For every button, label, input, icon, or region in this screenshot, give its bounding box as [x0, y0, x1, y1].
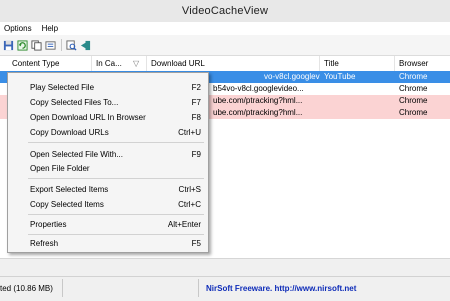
- menu-separator: [28, 142, 204, 143]
- menu-item-shortcut: F9: [191, 150, 201, 159]
- menu-item-label: Refresh: [30, 239, 59, 248]
- download-url-cell: ube.com/ptracking?hml...: [213, 108, 303, 117]
- status-selection: ted (10.86 MB): [0, 284, 53, 293]
- menu-item-label: Copy Download URLs: [30, 128, 109, 137]
- menu-item-open-url-in-browser[interactable]: Open Download URL In Browser F8: [8, 111, 208, 124]
- browser-cell: Chrome: [399, 96, 428, 105]
- sort-arrow-icon: ▽: [133, 59, 140, 68]
- column-content-type[interactable]: Content Type: [8, 56, 92, 71]
- menu-item-label: Open Selected File With...: [30, 150, 123, 159]
- menu-item-label: Copy Selected Files To...: [30, 98, 119, 107]
- search-icon[interactable]: [65, 39, 77, 51]
- menu-options[interactable]: Options: [0, 24, 38, 33]
- menu-item-copy-selected-files[interactable]: Copy Selected Files To... F7: [8, 96, 208, 109]
- title-cell: YouTube: [324, 72, 356, 81]
- menu-item-shortcut: F2: [191, 83, 201, 92]
- menu-help[interactable]: Help: [38, 24, 64, 33]
- toolbar-separator: [61, 39, 62, 51]
- context-menu: Play Selected File F2 Copy Selected File…: [7, 72, 209, 253]
- column-download-url[interactable]: Download URL: [147, 56, 320, 71]
- menu-separator: [28, 178, 204, 179]
- download-url-cell: b54vo-v8cl.googlevideo...: [213, 84, 304, 93]
- menu-item-label: Open File Folder: [30, 164, 90, 173]
- menu-item-label: Play Selected File: [30, 83, 95, 92]
- browser-cell: Chrome: [399, 72, 428, 81]
- copy-icon[interactable]: [30, 39, 42, 51]
- menu-item-shortcut: Ctrl+C: [178, 200, 201, 209]
- nirsoft-link[interactable]: NirSoft Freeware. http://www.nirsoft.net: [206, 284, 356, 293]
- save-icon[interactable]: [2, 39, 14, 51]
- menu-item-shortcut: F5: [191, 239, 201, 248]
- status-bar: ted (10.86 MB) NirSoft Freeware. http://…: [0, 276, 450, 301]
- title-bar: VideoCacheView: [0, 0, 450, 23]
- status-divider: [62, 279, 63, 297]
- menu-item-shortcut: Ctrl+U: [178, 128, 201, 137]
- menu-item-play-selected-file[interactable]: Play Selected File F2: [8, 81, 208, 94]
- menu-bar: Options Help: [0, 22, 450, 35]
- toolbar: [0, 35, 450, 56]
- download-url-cell: vo-v8cl.googlevideo...: [264, 72, 320, 81]
- menu-item-shortcut: Alt+Enter: [167, 220, 201, 229]
- menu-item-copy-download-urls[interactable]: Copy Download URLs Ctrl+U: [8, 126, 208, 139]
- menu-item-export-selected-items[interactable]: Export Selected Items Ctrl+S: [8, 183, 208, 196]
- download-url-cell: ube.com/ptracking?hml...: [213, 96, 303, 105]
- column-title[interactable]: Title: [320, 56, 395, 71]
- menu-item-open-selected-file-with[interactable]: Open Selected File With... F9: [8, 148, 208, 161]
- menu-item-label: Open Download URL In Browser: [30, 113, 146, 122]
- status-divider: [198, 279, 199, 297]
- menu-item-copy-selected-items[interactable]: Copy Selected Items Ctrl+C: [8, 198, 208, 211]
- menu-item-label: Export Selected Items: [30, 185, 109, 194]
- menu-item-shortcut: F8: [191, 113, 201, 122]
- menu-item-label: Copy Selected Items: [30, 200, 104, 209]
- window-title: VideoCacheView: [181, 5, 269, 17]
- menu-item-open-file-folder[interactable]: Open File Folder: [8, 162, 208, 175]
- menu-item-refresh[interactable]: Refresh F5: [8, 237, 208, 250]
- column-in-cache-label: In Ca...: [96, 59, 122, 68]
- browser-cell: Chrome: [399, 84, 428, 93]
- exit-icon[interactable]: [79, 39, 91, 51]
- menu-item-properties[interactable]: Properties Alt+Enter: [8, 218, 208, 231]
- properties-icon[interactable]: [44, 39, 56, 51]
- menu-item-label: Properties: [30, 220, 67, 229]
- column-browser[interactable]: Browser: [395, 56, 450, 71]
- menu-separator: [28, 214, 204, 215]
- menu-item-shortcut: Ctrl+S: [178, 185, 201, 194]
- menu-separator: [28, 234, 204, 235]
- browser-cell: Chrome: [399, 108, 428, 117]
- column-in-cache[interactable]: In Ca... ▽: [92, 56, 147, 71]
- table-header: Content Type In Ca... ▽ Download URL Tit…: [0, 56, 450, 72]
- menu-item-shortcut: F7: [191, 98, 201, 107]
- refresh-icon[interactable]: [16, 39, 28, 51]
